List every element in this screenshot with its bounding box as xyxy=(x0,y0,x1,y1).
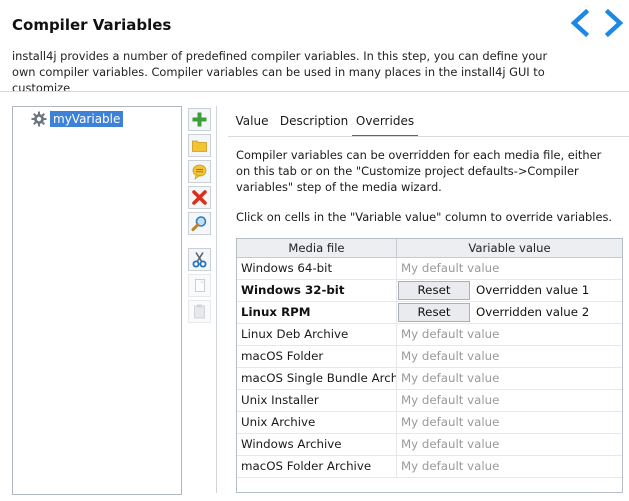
media-file-cell: Unix Archive xyxy=(237,412,397,433)
media-file-cell: Linux RPM xyxy=(237,302,397,323)
reset-button[interactable]: Reset xyxy=(398,281,470,300)
overrides-hint-text: Click on cells in the "Variable value" c… xyxy=(236,210,613,224)
variable-value-cell[interactable]: My default value xyxy=(397,412,622,433)
table-row[interactable]: Windows 32-bit Reset Overridden value 1 xyxy=(237,280,622,302)
tab-description[interactable]: Description xyxy=(278,108,350,135)
add-button[interactable] xyxy=(188,108,211,131)
header-divider xyxy=(0,91,629,92)
forward-button[interactable] xyxy=(600,8,628,38)
variable-value-cell[interactable]: My default value xyxy=(397,346,622,367)
add-icon xyxy=(192,112,207,127)
copy-icon xyxy=(195,279,205,292)
variable-value-cell[interactable]: My default value xyxy=(397,368,622,389)
media-file-cell: Unix Installer xyxy=(237,390,397,411)
variable-value-cell[interactable]: My default value xyxy=(397,390,622,411)
media-file-cell: Linux Deb Archive xyxy=(237,324,397,345)
media-file-cell: Windows 32-bit xyxy=(237,280,397,301)
chevron-left-icon xyxy=(570,8,590,38)
media-file-cell: macOS Folder Archive xyxy=(237,456,397,477)
variable-value-cell[interactable]: My default value xyxy=(397,324,622,345)
tree-item-label: myVariable xyxy=(50,110,124,127)
search-icon xyxy=(191,216,207,232)
table-row[interactable]: Windows 64-bit My default value xyxy=(237,258,622,280)
column-header-media-file[interactable]: Media file xyxy=(237,239,397,258)
table-row[interactable]: macOS Single Bundle Archi... My default … xyxy=(237,368,622,390)
folder-icon xyxy=(192,140,207,152)
media-file-cell: Windows 64-bit xyxy=(237,258,397,279)
search-button[interactable] xyxy=(188,212,211,235)
folder-button[interactable] xyxy=(188,134,211,157)
page-title: Compiler Variables xyxy=(12,16,172,34)
delete-icon xyxy=(192,190,207,205)
column-header-variable-value[interactable]: Variable value xyxy=(397,239,622,258)
table-row[interactable]: Unix Installer My default value xyxy=(237,390,622,412)
delete-button[interactable] xyxy=(188,186,211,209)
comment-button[interactable] xyxy=(188,160,211,183)
header: Compiler Variables install4j provides a … xyxy=(0,0,629,95)
media-file-cell: Windows Archive xyxy=(237,434,397,455)
copy-button[interactable] xyxy=(188,274,211,297)
tab-value[interactable]: Value xyxy=(232,108,272,135)
tab-divider xyxy=(228,136,629,137)
table-row[interactable]: macOS Folder Archive My default value xyxy=(237,456,622,478)
table-row[interactable]: Unix Archive My default value xyxy=(237,412,622,434)
variable-tree[interactable]: myVariable xyxy=(12,106,182,495)
chevron-right-icon xyxy=(604,8,624,38)
paste-button[interactable] xyxy=(188,300,211,323)
variable-value-cell[interactable]: My default value xyxy=(397,258,622,279)
paste-icon xyxy=(194,304,205,319)
reset-button[interactable]: Reset xyxy=(398,303,470,322)
comment-icon xyxy=(192,164,207,180)
variable-value-cell[interactable]: My default value xyxy=(397,456,622,477)
back-button[interactable] xyxy=(566,8,594,38)
overrides-info-text: Compiler variables can be overridden for… xyxy=(236,148,602,194)
cut-button[interactable] xyxy=(188,248,211,271)
page-description: install4j provides a number of predefine… xyxy=(12,49,548,95)
overrides-table: Media file Variable value Windows 64-bit… xyxy=(236,238,623,493)
tree-item-myvariable[interactable]: myVariable xyxy=(31,110,124,127)
table-row[interactable]: Windows Archive My default value xyxy=(237,434,622,456)
media-file-cell: macOS Folder xyxy=(237,346,397,367)
media-file-cell: macOS Single Bundle Archi... xyxy=(237,368,397,389)
gear-icon xyxy=(31,111,47,126)
overridden-value-cell[interactable]: Overridden value 1 xyxy=(476,280,589,301)
variable-value-cell[interactable]: My default value xyxy=(397,434,622,455)
table-row[interactable]: Linux Deb Archive My default value xyxy=(237,324,622,346)
overridden-value-cell[interactable]: Overridden value 2 xyxy=(476,302,589,323)
table-row[interactable]: macOS Folder My default value xyxy=(237,346,622,368)
table-row[interactable]: Linux RPM Reset Overridden value 2 xyxy=(237,302,622,324)
tab-overrides[interactable]: Overrides xyxy=(352,108,418,137)
cut-icon xyxy=(192,252,207,268)
